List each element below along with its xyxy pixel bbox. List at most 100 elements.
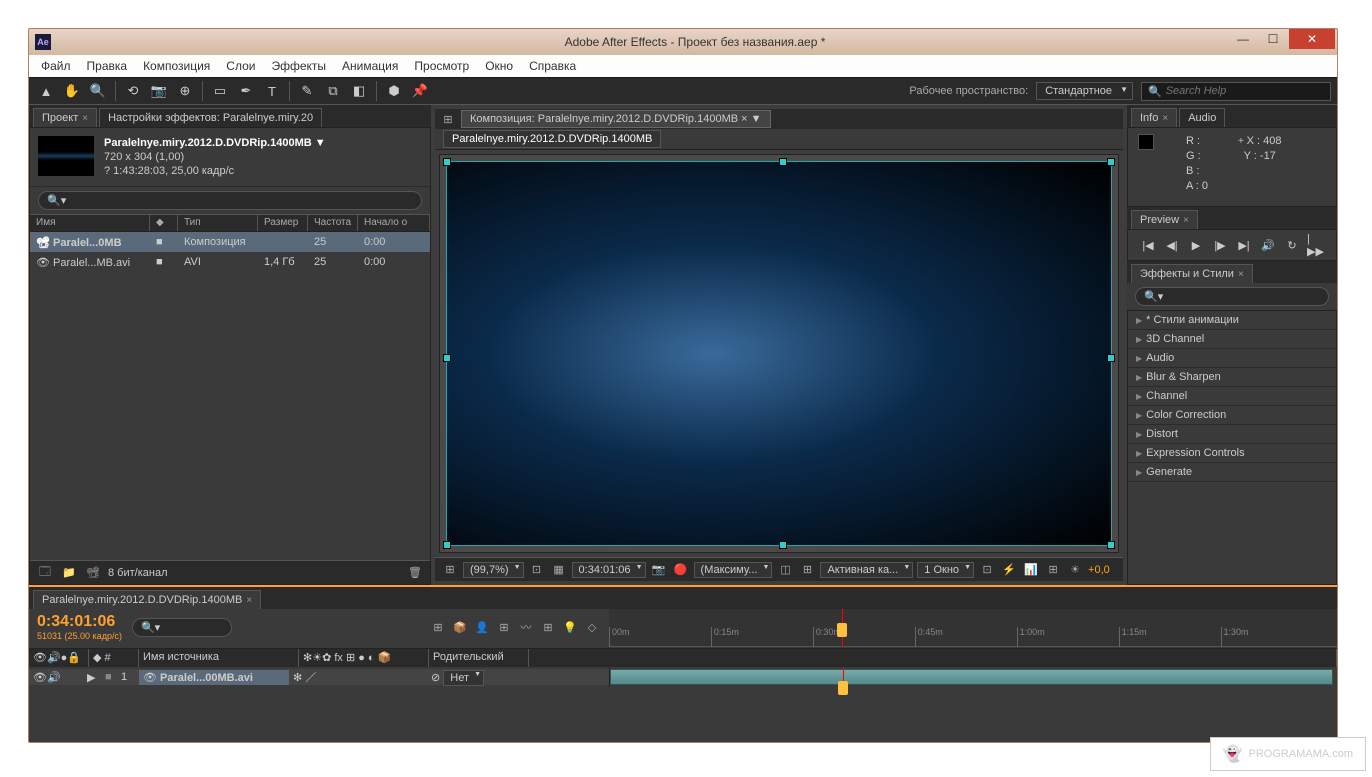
tab-preview[interactable]: Preview× <box>1131 210 1198 229</box>
camera-dropdown[interactable]: Активная ка... <box>820 562 913 578</box>
tab-timeline[interactable]: Paralelnye.miry.2012.D.DVDRip.1400MB× <box>33 590 261 609</box>
fast-preview-icon[interactable]: ⚡ <box>1000 561 1018 579</box>
layer-clip[interactable] <box>610 669 1333 685</box>
graph-editor-icon[interactable]: ⊞ <box>539 618 557 636</box>
exposure-icon[interactable]: ☀ <box>1066 561 1084 579</box>
col-name[interactable]: Имя <box>30 215 150 231</box>
comp-mini-icon[interactable]: ⊞ <box>429 618 447 636</box>
text-tool-icon[interactable]: T <box>261 80 283 102</box>
menu-composition[interactable]: Композиция <box>137 57 216 75</box>
fx-category[interactable]: Channel <box>1128 387 1336 406</box>
composition-viewer[interactable] <box>439 154 1119 553</box>
snapshot-icon[interactable]: 📷 <box>650 561 668 579</box>
prev-frame-icon[interactable]: ◀| <box>1163 236 1181 254</box>
brainstorm-icon[interactable]: 💡 <box>561 618 579 636</box>
play-icon[interactable]: ▶ <box>1187 236 1205 254</box>
transparency-icon[interactable]: ▦ <box>550 561 568 579</box>
grid-icon[interactable]: ⊞ <box>441 561 459 579</box>
exposure-value[interactable]: +0,0 <box>1088 564 1110 576</box>
new-folder-icon[interactable]: 📁 <box>60 564 78 582</box>
timeline-icon[interactable]: 📊 <box>1022 561 1040 579</box>
draft3d-icon[interactable]: 📦 <box>451 618 469 636</box>
hide-shy-icon[interactable]: 👤 <box>473 618 491 636</box>
menu-animation[interactable]: Анимация <box>336 57 404 75</box>
project-row-avi[interactable]: 👁 Paralel...MB.avi ■ AVI 1,4 Гб 25 0:00 <box>30 252 430 272</box>
bpc-label[interactable]: 8 бит/канал <box>108 567 168 579</box>
project-row-comp[interactable]: 📽 Paralel...0MB ■ Композиция 25 0:00 <box>30 232 430 252</box>
clone-tool-icon[interactable]: ⧉ <box>322 80 344 102</box>
hand-tool-icon[interactable]: ✋ <box>61 80 83 102</box>
resolution-dropdown[interactable]: (Максиму... <box>694 562 773 578</box>
maximize-button[interactable]: ☐ <box>1259 29 1287 49</box>
close-button[interactable]: ✕ <box>1289 29 1335 49</box>
timecode-display[interactable]: 0:34:01:06 <box>572 562 646 578</box>
col-source-name[interactable]: Имя источника <box>139 649 299 667</box>
fx-category[interactable]: 3D Channel <box>1128 330 1336 349</box>
menu-window[interactable]: Окно <box>479 57 519 75</box>
roi-icon[interactable]: ◫ <box>776 561 794 579</box>
resolution-icon[interactable]: ⊡ <box>528 561 546 579</box>
tab-audio[interactable]: Audio <box>1179 108 1225 127</box>
fx-category[interactable]: Distort <box>1128 425 1336 444</box>
menu-layers[interactable]: Слои <box>220 57 261 75</box>
zoom-tool-icon[interactable]: 🔍 <box>87 80 109 102</box>
auto-keyframe-icon[interactable]: ◇ <box>583 618 601 636</box>
new-comp-icon[interactable]: 📽 <box>84 564 102 582</box>
menu-help[interactable]: Справка <box>523 57 582 75</box>
pixel-aspect-icon[interactable]: ⊡ <box>978 561 996 579</box>
col-type[interactable]: Тип <box>178 215 258 231</box>
loop-icon[interactable]: ↻ <box>1283 236 1301 254</box>
search-help[interactable]: 🔍 <box>1141 82 1331 101</box>
comp-breadcrumb[interactable]: Paralelnye.miry.2012.D.DVDRip.1400MB <box>443 130 661 148</box>
fx-category[interactable]: Blur & Sharpen <box>1128 368 1336 387</box>
col-parent[interactable]: Родительский <box>429 649 529 667</box>
timeline-search[interactable]: 🔍▾ <box>132 618 232 637</box>
delete-icon[interactable]: 🗑 <box>406 564 424 582</box>
menu-edit[interactable]: Правка <box>81 57 134 75</box>
tab-info[interactable]: Info× <box>1131 108 1177 127</box>
time-ruler[interactable]: 00m 0:15m 0:30m 0:45m 1:00m 1:15m 1:30m <box>609 609 1337 647</box>
timeline-layer-row[interactable]: 👁🔊 ▶ ■ 1 👁 Paralel...00MB.avi ✻ ／ ⊘ Нет <box>29 667 1337 687</box>
motion-blur-icon[interactable]: 〰 <box>517 618 535 636</box>
mute-icon[interactable]: 🔊 <box>1259 236 1277 254</box>
col-rate[interactable]: Частота <box>308 215 358 231</box>
tab-effect-controls[interactable]: Настройки эффектов: Paralelnye.miry.20 <box>99 108 322 127</box>
comp-mini-flow-icon[interactable]: ⊞ <box>439 110 457 128</box>
brush-tool-icon[interactable]: ✎ <box>296 80 318 102</box>
fx-category[interactable]: Audio <box>1128 349 1336 368</box>
current-timecode[interactable]: 0:34:01:06 <box>37 613 122 631</box>
flowchart-icon[interactable]: ⊞ <box>1044 561 1062 579</box>
tab-project[interactable]: Проект× <box>33 108 97 127</box>
rect-tool-icon[interactable]: ▭ <box>209 80 231 102</box>
fx-category[interactable]: * Стили анимации <box>1128 311 1336 330</box>
next-frame-icon[interactable]: |▶ <box>1211 236 1229 254</box>
frame-blend-icon[interactable]: ⊞ <box>495 618 513 636</box>
tab-effects-presets[interactable]: Эффекты и Стили× <box>1131 264 1253 283</box>
interpret-footage-icon[interactable]: 🗔 <box>36 564 54 582</box>
workspace-dropdown[interactable]: Стандартное <box>1036 82 1133 100</box>
selection-tool-icon[interactable]: ▲ <box>35 80 57 102</box>
pan-behind-tool-icon[interactable]: ⊕ <box>174 80 196 102</box>
project-search[interactable]: 🔍▾ <box>38 191 422 210</box>
search-help-input[interactable] <box>1166 85 1324 97</box>
effects-search[interactable]: 🔍▾ <box>1135 287 1329 306</box>
menu-file[interactable]: Файл <box>35 57 77 75</box>
ram-preview-icon[interactable]: |▶▶ <box>1307 236 1325 254</box>
tab-composition-viewer[interactable]: Композиция: Paralelnye.miry.2012.D.DVDRi… <box>461 110 771 128</box>
pen-tool-icon[interactable]: ✒ <box>235 80 257 102</box>
channel-icon[interactable]: 🔴 <box>672 561 690 579</box>
minimize-button[interactable]: — <box>1229 29 1257 49</box>
menu-effects[interactable]: Эффекты <box>265 57 332 75</box>
camera-tool-icon[interactable]: 📷 <box>148 80 170 102</box>
first-frame-icon[interactable]: |◀ <box>1139 236 1157 254</box>
puppet-tool-icon[interactable]: 📌 <box>409 80 431 102</box>
fx-category[interactable]: Expression Controls <box>1128 444 1336 463</box>
rotate-tool-icon[interactable]: ⟲ <box>122 80 144 102</box>
view-layout-dropdown[interactable]: 1 Окно <box>917 562 974 578</box>
zoom-dropdown[interactable]: (99,7%) <box>463 562 524 578</box>
col-start[interactable]: Начало о <box>358 215 430 231</box>
eraser-tool-icon[interactable]: ◧ <box>348 80 370 102</box>
col-label-icon[interactable]: ◆ <box>150 215 178 231</box>
fx-category[interactable]: Color Correction <box>1128 406 1336 425</box>
last-frame-icon[interactable]: ▶| <box>1235 236 1253 254</box>
